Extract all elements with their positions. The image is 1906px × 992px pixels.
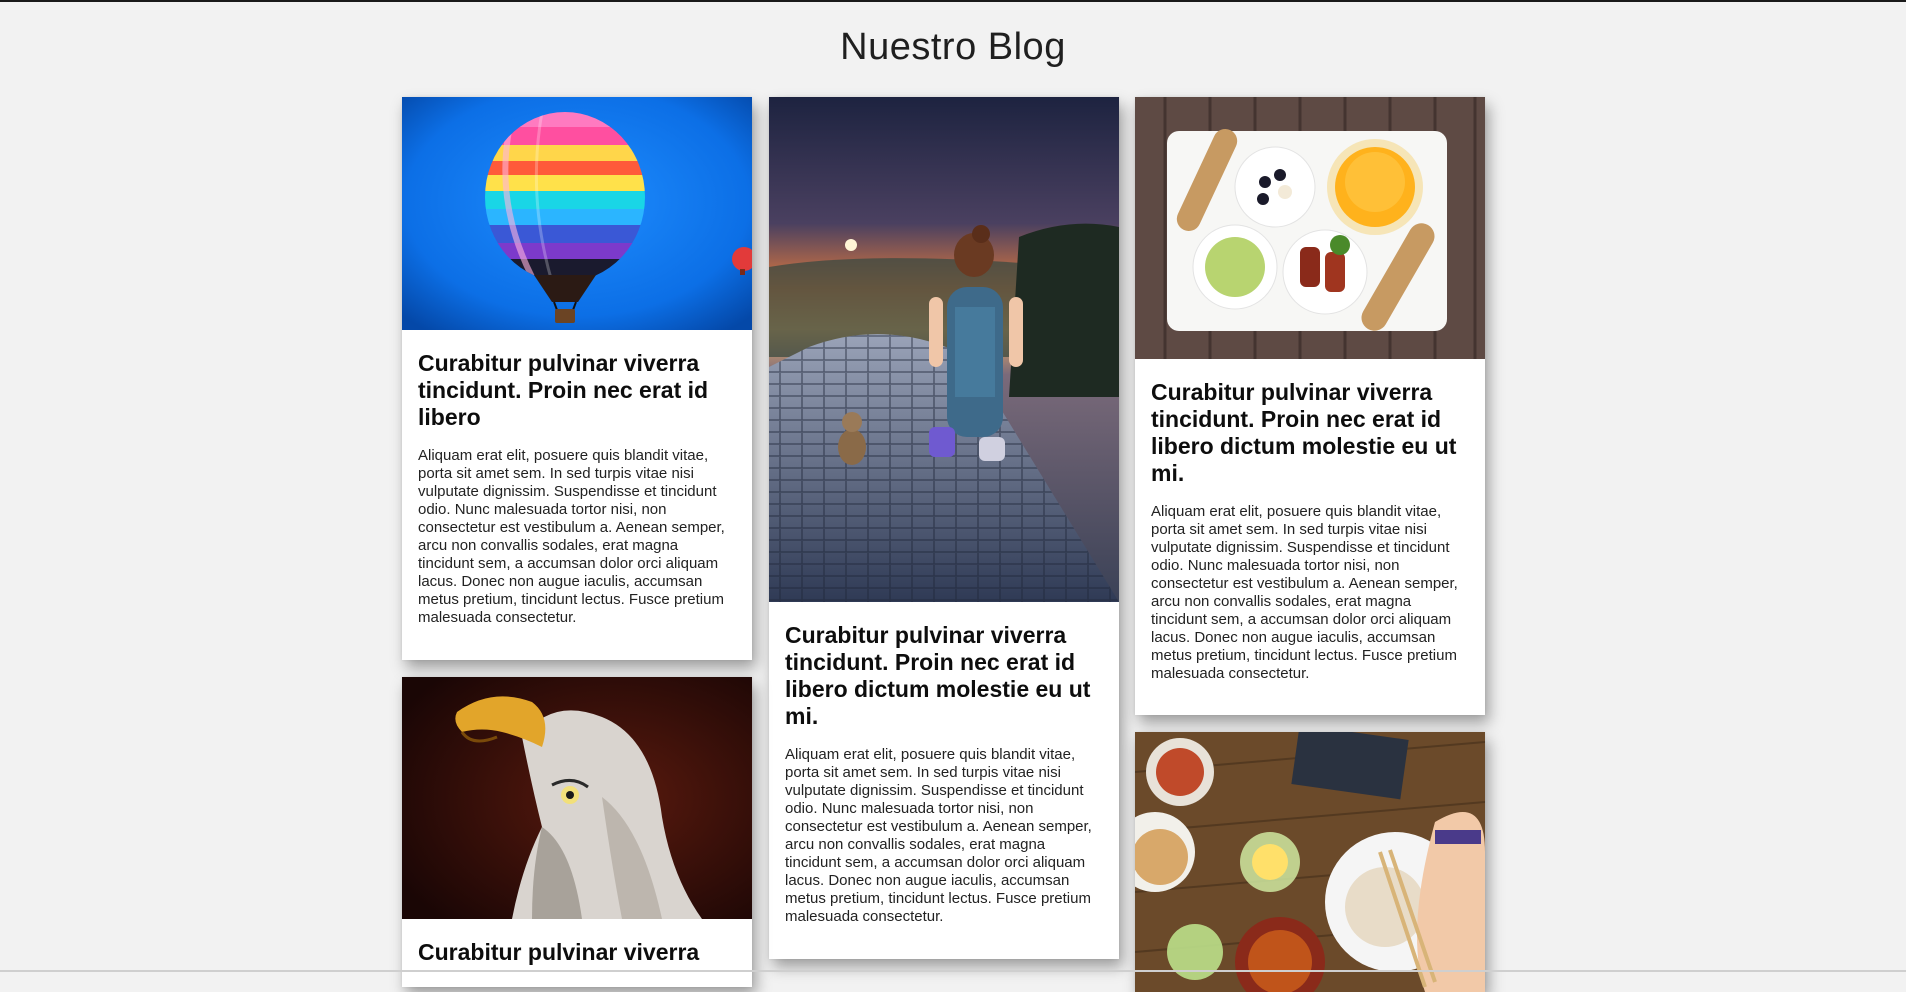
post-body: Curabitur pulvinar viverra tincidunt. Pr… [769, 602, 1119, 946]
post-body: Curabitur pulvinar viverra [402, 919, 752, 987]
post-title[interactable]: Curabitur pulvinar viverra tincidunt. Pr… [418, 350, 737, 431]
post-image-child[interactable] [769, 97, 1119, 602]
blog-card[interactable] [1135, 732, 1485, 992]
post-image-balloon[interactable] [402, 97, 752, 330]
post-body: Curabitur pulvinar viverra tincidunt. Pr… [402, 330, 752, 647]
page-title: Nuestro Blog [840, 26, 1066, 68]
top-border [0, 0, 1906, 2]
post-title[interactable]: Curabitur pulvinar viverra [418, 939, 737, 966]
blog-card[interactable]: Curabitur pulvinar viverra [402, 677, 752, 987]
blog-card[interactable]: Curabitur pulvinar viverra tincidunt. Pr… [1135, 97, 1485, 715]
post-image-dinner[interactable] [1135, 732, 1485, 992]
post-image-eagle[interactable] [402, 677, 752, 919]
post-body: Curabitur pulvinar viverra tincidunt. Pr… [1135, 359, 1485, 703]
blog-card[interactable]: Curabitur pulvinar viverra tincidunt. Pr… [769, 97, 1119, 959]
post-excerpt: Aliquam erat elit, posuere quis blandit … [1151, 503, 1458, 682]
blog-card[interactable]: Curabitur pulvinar viverra tincidunt. Pr… [402, 97, 752, 660]
post-title[interactable]: Curabitur pulvinar viverra tincidunt. Pr… [1151, 379, 1470, 487]
post-title[interactable]: Curabitur pulvinar viverra tincidunt. Pr… [785, 622, 1104, 730]
post-image-breakfast[interactable] [1135, 97, 1485, 359]
post-excerpt: Aliquam erat elit, posuere quis blandit … [785, 746, 1092, 925]
post-excerpt: Aliquam erat elit, posuere quis blandit … [418, 447, 725, 626]
